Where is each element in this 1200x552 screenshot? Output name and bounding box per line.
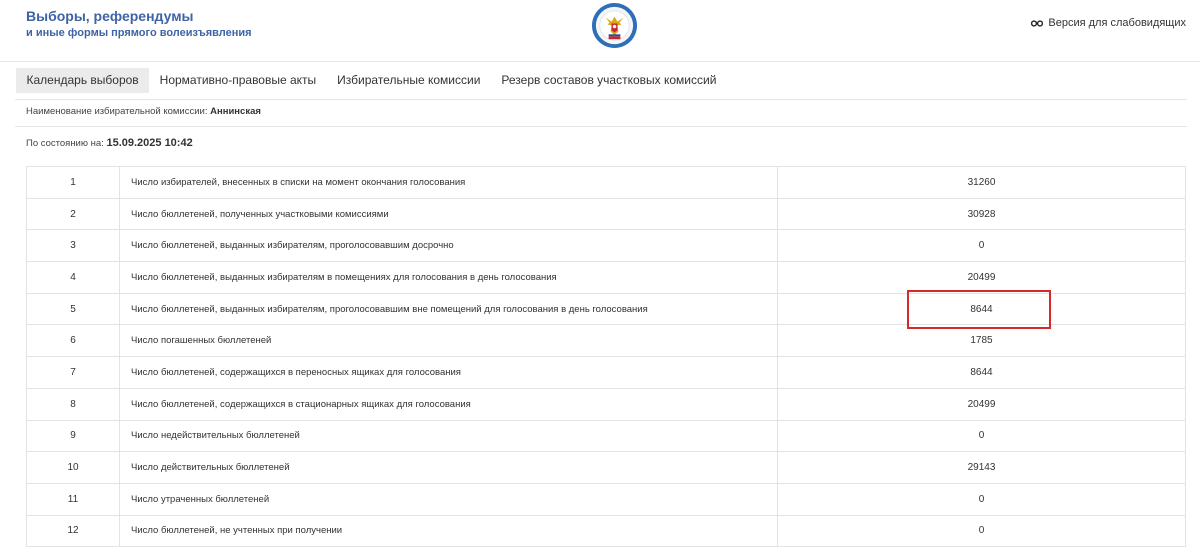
row-number: 6 <box>27 325 120 357</box>
site-subtitle[interactable]: и иные формы прямого волеизъявления <box>26 26 252 40</box>
row-label: Число бюллетеней, выданных избирателям в… <box>120 262 778 293</box>
commission-name-line: Наименование избирательной комиссии: Анн… <box>26 106 261 117</box>
table-row: 7 Число бюллетеней, содержащихся в перен… <box>27 357 1186 389</box>
table-row: 4 Число бюллетеней, выданных избирателям… <box>27 262 1186 294</box>
highlight-annotation-box <box>907 290 1051 329</box>
glasses-icon <box>1031 19 1044 27</box>
row-value: 31260 <box>778 167 1186 198</box>
nav-item-election-commissions[interactable]: Избирательные комиссии <box>327 68 491 93</box>
main-nav: Календарь выборов Нормативно-правовые ак… <box>16 68 727 93</box>
row-value: 0 <box>778 483 1186 515</box>
row-value: 20499 <box>778 388 1186 420</box>
row-number: 7 <box>27 357 120 388</box>
nav-item-election-calendar[interactable]: Календарь выборов <box>16 68 150 93</box>
commission-label: Наименование избирательной комиссии: <box>26 106 208 117</box>
row-number: 12 <box>27 515 120 547</box>
row-label: Число бюллетеней, выданных избирателям, … <box>120 230 778 262</box>
row-number: 10 <box>27 452 120 483</box>
table-row: 10 Число действительных бюллетеней 29143 <box>27 452 1186 484</box>
status-datetime: 15.09.2025 10:42 <box>106 137 193 149</box>
table-row: 11 Число утраченных бюллетеней 0 <box>27 483 1186 516</box>
row-value: 0 <box>778 515 1186 547</box>
row-number: 4 <box>27 262 120 293</box>
row-value: 1785 <box>778 325 1186 357</box>
row-label: Число погашенных бюллетеней <box>120 325 778 357</box>
row-value: 8644 <box>778 357 1186 388</box>
row-label: Число действительных бюллетеней <box>120 452 778 483</box>
row-label: Число утраченных бюллетеней <box>120 483 778 515</box>
row-label: Число бюллетеней, не учтенных при получе… <box>120 515 778 547</box>
commission-name: Аннинская <box>210 106 261 117</box>
row-value: 29143 <box>778 452 1186 483</box>
table-row: 6 Число погашенных бюллетеней 1785 <box>27 325 1186 358</box>
row-value: 30928 <box>778 198 1186 230</box>
row-number: 8 <box>27 388 120 420</box>
table-row: 9 Число недействительных бюллетеней 0 <box>27 420 1186 453</box>
row-value: 0 <box>778 230 1186 262</box>
site-header: Выборы, референдумы и иные формы прямого… <box>0 0 1200 62</box>
row-label: Число бюллетеней, полученных участковыми… <box>120 198 778 230</box>
row-number: 1 <box>27 167 120 198</box>
divider <box>15 126 1187 127</box>
row-label: Число бюллетеней, содержащихся в перенос… <box>120 357 778 388</box>
site-title[interactable]: Выборы, референдумы <box>26 8 194 24</box>
table-row: 3 Число бюллетеней, выданных избирателям… <box>27 230 1186 263</box>
row-label: Число бюллетеней, выданных избирателям, … <box>120 293 778 325</box>
row-value: 20499 <box>778 262 1186 293</box>
table-row: 8 Число бюллетеней, содержащихся в стаци… <box>27 388 1186 421</box>
divider <box>15 99 1187 100</box>
row-value: 0 <box>778 420 1186 452</box>
nav-item-commission-reserve[interactable]: Резерв составов участковых комиссий <box>491 68 727 93</box>
accessibility-version-link[interactable]: Версия для слабовидящих <box>1031 17 1186 29</box>
table-row: 12 Число бюллетеней, не учтенных при пол… <box>27 515 1186 548</box>
accessibility-label: Версия для слабовидящих <box>1048 17 1186 29</box>
table-row: 1 Число избирателей, внесенных в списки … <box>27 167 1186 199</box>
row-number: 2 <box>27 198 120 230</box>
row-label: Число недействительных бюллетеней <box>120 420 778 452</box>
status-label: По состоянию на: <box>26 138 104 149</box>
row-number: 11 <box>27 483 120 515</box>
status-line: По состоянию на: 15.09.2025 10:42 <box>26 137 193 149</box>
table-row: 2 Число бюллетеней, полученных участковы… <box>27 198 1186 231</box>
row-number: 5 <box>27 293 120 325</box>
election-commission-emblem-icon[interactable] <box>591 2 638 49</box>
row-number: 3 <box>27 230 120 262</box>
row-number: 9 <box>27 420 120 452</box>
row-label: Число избирателей, внесенных в списки на… <box>120 167 778 198</box>
nav-item-legal-acts[interactable]: Нормативно-правовые акты <box>149 68 327 93</box>
row-label: Число бюллетеней, содержащихся в стацион… <box>120 388 778 420</box>
results-table: 1 Число избирателей, внесенных в списки … <box>26 166 1186 548</box>
